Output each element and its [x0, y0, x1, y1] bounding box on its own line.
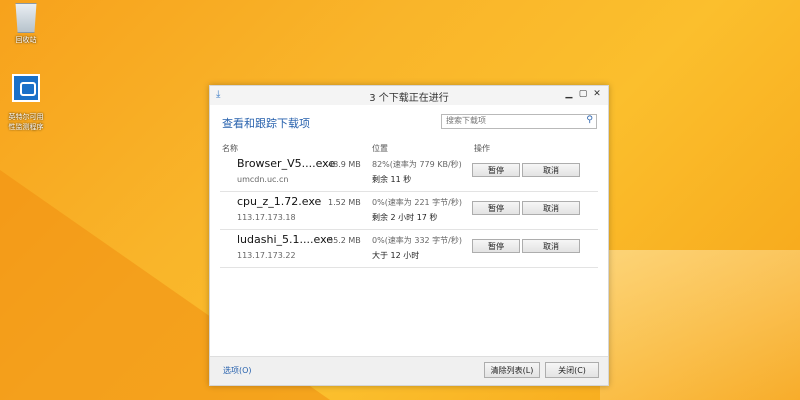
time-remaining: 大于 12 小时 [372, 251, 420, 260]
download-row[interactable]: ludashi_5.1....exe 113.17.173.22 55.2 MB… [220, 230, 598, 268]
time-remaining: 剩余 2 小时 17 秒 [372, 213, 438, 222]
desktop-icon-label: 英特尔可用 性监测程序 [8, 113, 44, 131]
maximize-button[interactable]: ▢ [576, 87, 590, 101]
file-size: 1.52 MB [328, 198, 361, 207]
file-host: umcdn.uc.cn [237, 175, 289, 184]
pause-button[interactable]: 暂停 [472, 201, 520, 215]
file-size: 55.2 MB [328, 236, 361, 245]
desktop-icon-label: 回收站 [15, 36, 37, 44]
file-host: 113.17.173.18 [237, 213, 296, 222]
options-link[interactable]: 选项(O) [223, 365, 252, 376]
minimize-button[interactable]: ▁ [562, 87, 576, 101]
download-manager-window: ⤓ 3 个下载正在进行 ▁ ▢ ✕ 查看和跟踪下载项 ⚲ 名称 位置 操作 Br… [209, 85, 609, 386]
download-row[interactable]: cpu_z_1.72.exe 113.17.173.18 1.52 MB 0%(… [220, 192, 598, 230]
download-row[interactable]: Browser_V5....exe umcdn.uc.cn 48.9 MB 82… [220, 154, 598, 192]
download-progress: 0%(速率为 332 字节/秒) [372, 236, 462, 245]
window-footer: 选项(O) 清除列表(L) 关闭(C) [210, 356, 608, 385]
column-header-location: 位置 [372, 144, 388, 153]
cancel-button[interactable]: 取消 [522, 239, 580, 253]
wallpaper-light [600, 250, 800, 400]
close-button[interactable]: 关闭(C) [545, 362, 599, 378]
pause-button[interactable]: 暂停 [472, 239, 520, 253]
search-box[interactable]: ⚲ [441, 114, 597, 129]
download-progress: 82%(速率为 779 KB/秒) [372, 160, 462, 169]
clear-list-button[interactable]: 清除列表(L) [484, 362, 540, 378]
recycle-bin-icon [15, 3, 37, 33]
file-size: 48.9 MB [328, 160, 361, 169]
search-icon[interactable]: ⚲ [586, 115, 593, 125]
file-name[interactable]: cpu_z_1.72.exe [237, 195, 321, 208]
desktop-icon-recycle-bin[interactable]: 回收站 [1, 3, 51, 45]
file-name[interactable]: Browser_V5....exe [237, 157, 335, 170]
page-title: 查看和跟踪下载项 [222, 117, 310, 130]
window-title: 3 个下载正在进行 [369, 93, 449, 104]
pause-button[interactable]: 暂停 [472, 163, 520, 177]
title-bar[interactable]: ⤓ 3 个下载正在进行 ▁ ▢ ✕ [210, 86, 608, 105]
time-remaining: 剩余 11 秒 [372, 175, 412, 184]
cancel-button[interactable]: 取消 [522, 201, 580, 215]
column-header-name: 名称 [222, 144, 238, 153]
close-window-button[interactable]: ✕ [590, 87, 604, 101]
sniffer-icon [12, 74, 40, 102]
cancel-button[interactable]: 取消 [522, 163, 580, 177]
file-name[interactable]: ludashi_5.1....exe [237, 233, 333, 246]
search-input[interactable] [442, 115, 580, 126]
desktop-icon-sniffer[interactable]: 英特尔可用 性监测程序 [1, 66, 51, 140]
download-progress: 0%(速率为 221 字节/秒) [372, 198, 462, 207]
column-header-actions: 操作 [474, 144, 490, 153]
file-host: 113.17.173.22 [237, 251, 296, 260]
